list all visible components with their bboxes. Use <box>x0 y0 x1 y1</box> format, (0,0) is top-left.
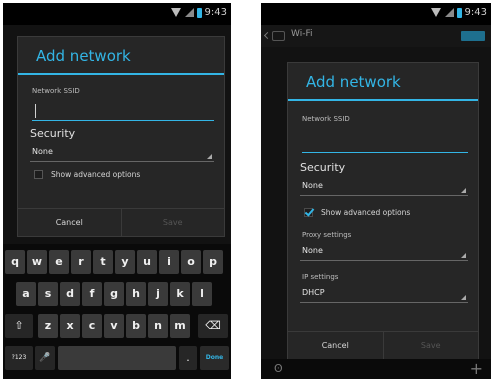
key-v[interactable]: v <box>104 314 124 338</box>
spinner-arrow-icon <box>461 295 466 300</box>
wifi-signal-icon <box>170 8 182 17</box>
keyboard-row-4: ?123 🎤 . Done <box>3 346 231 370</box>
key-i[interactable]: i <box>159 250 179 274</box>
battery-icon <box>196 7 202 18</box>
key-o[interactable]: o <box>181 250 201 274</box>
wifi-signal-icon <box>430 8 442 17</box>
spinner-arrow-icon <box>461 253 466 258</box>
key-a[interactable]: a <box>16 282 36 306</box>
symbols-key[interactable]: ?123 <box>5 346 33 370</box>
add-network-plus-icon[interactable]: + <box>470 359 483 378</box>
key-n[interactable]: n <box>148 314 168 338</box>
ssid-label: Network SSID <box>302 115 350 123</box>
proxy-label: Proxy settings <box>302 231 352 239</box>
ssid-input[interactable] <box>32 103 214 121</box>
key-k[interactable]: k <box>170 282 190 306</box>
status-bar: 9:43 <box>3 3 231 25</box>
key-m[interactable]: m <box>170 314 190 338</box>
ssid-input[interactable] <box>302 135 468 153</box>
spinner-arrow-icon <box>461 188 466 193</box>
key-t[interactable]: t <box>93 250 113 274</box>
status-icons: 9:43 <box>430 7 487 18</box>
advanced-options-row[interactable]: Show advanced options <box>18 170 224 179</box>
key-q[interactable]: q <box>5 250 25 274</box>
key-c[interactable]: c <box>82 314 102 338</box>
dialog-title: Add network <box>18 37 224 75</box>
phone-screen-right: 9:43 Wi-Fi Add network Network SSID Secu… <box>261 3 491 379</box>
wifi-action-bar: Wi-Fi <box>261 25 491 47</box>
key-x[interactable]: x <box>60 314 80 338</box>
proxy-spinner[interactable]: None <box>300 241 468 261</box>
cell-signal-icon <box>444 8 454 17</box>
action-bar-title: Wi-Fi <box>291 29 313 39</box>
status-bar: 9:43 <box>261 3 491 25</box>
wps-icon[interactable]: ʘ <box>274 362 283 375</box>
ip-settings-label: IP settings <box>302 273 339 281</box>
cell-signal-icon <box>184 8 194 17</box>
keyboard-row-2: a s d f g h j k l <box>3 282 231 306</box>
key-y[interactable]: y <box>115 250 135 274</box>
status-time: 9:43 <box>464 7 487 18</box>
key-l[interactable]: l <box>192 282 212 306</box>
mic-icon[interactable]: 🎤 <box>35 346 55 370</box>
status-time: 9:43 <box>204 7 227 18</box>
dialog-title: Add network <box>288 63 478 101</box>
bottom-action-bar: ʘ + <box>261 359 491 379</box>
key-s[interactable]: s <box>38 282 58 306</box>
settings-app-icon <box>272 31 285 41</box>
key-p[interactable]: p <box>203 250 223 274</box>
advanced-options-checkbox[interactable] <box>34 170 43 179</box>
dialog-buttons: Cancel Save <box>288 331 478 359</box>
security-value: None <box>32 147 53 156</box>
dialog-buttons: Cancel Save <box>18 208 224 236</box>
security-value: None <box>302 181 323 190</box>
cancel-button[interactable]: Cancel <box>288 332 383 359</box>
key-d[interactable]: d <box>60 282 80 306</box>
advanced-options-label: Show advanced options <box>51 170 141 179</box>
done-key[interactable]: Done <box>200 346 229 370</box>
key-g[interactable]: g <box>104 282 124 306</box>
battery-icon <box>456 7 462 18</box>
security-label: Security <box>300 161 346 174</box>
checkmark-icon <box>304 206 315 217</box>
phone-screen-left: 9:43 Add network Network SSID Security N… <box>3 3 231 379</box>
security-spinner[interactable]: None <box>30 142 214 162</box>
cancel-button[interactable]: Cancel <box>18 209 121 236</box>
spinner-arrow-icon <box>207 154 212 159</box>
key-j[interactable]: j <box>148 282 168 306</box>
period-key[interactable]: . <box>179 346 197 370</box>
text-cursor <box>35 104 36 118</box>
ssid-label: Network SSID <box>32 87 80 95</box>
key-w[interactable]: w <box>27 250 47 274</box>
space-key[interactable] <box>58 346 176 370</box>
advanced-options-checkbox[interactable] <box>304 206 315 217</box>
delete-key[interactable]: ⌫ <box>198 314 228 338</box>
back-chevron-icon[interactable] <box>263 31 272 40</box>
ip-settings-value: DHCP <box>302 288 325 297</box>
ip-settings-spinner[interactable]: DHCP <box>300 283 468 303</box>
soft-keyboard: q w e r t y u i o p a s d f g h j k l ⇧ … <box>3 244 231 379</box>
keyboard-row-3: ⇧ z x c v b n m ⌫ <box>3 314 231 338</box>
add-network-dialog: Add network Network SSID Security None S… <box>287 62 479 360</box>
save-button[interactable]: Save <box>382 332 479 359</box>
keyboard-row-1: q w e r t y u i o p <box>3 250 231 274</box>
key-u[interactable]: u <box>137 250 157 274</box>
key-z[interactable]: z <box>38 314 58 338</box>
advanced-options-label: Show advanced options <box>321 208 411 217</box>
key-f[interactable]: f <box>82 282 102 306</box>
proxy-value: None <box>302 246 323 255</box>
security-spinner[interactable]: None <box>300 176 468 196</box>
key-e[interactable]: e <box>49 250 69 274</box>
status-icons: 9:43 <box>170 7 227 18</box>
advanced-options-row[interactable]: Show advanced options <box>288 206 478 217</box>
save-button[interactable]: Save <box>120 209 225 236</box>
security-label: Security <box>30 127 76 140</box>
key-r[interactable]: r <box>71 250 91 274</box>
shift-key[interactable]: ⇧ <box>5 314 33 338</box>
wifi-toggle[interactable] <box>461 31 485 41</box>
key-h[interactable]: h <box>126 282 146 306</box>
add-network-dialog: Add network Network SSID Security None S… <box>17 36 225 237</box>
key-b[interactable]: b <box>126 314 146 338</box>
